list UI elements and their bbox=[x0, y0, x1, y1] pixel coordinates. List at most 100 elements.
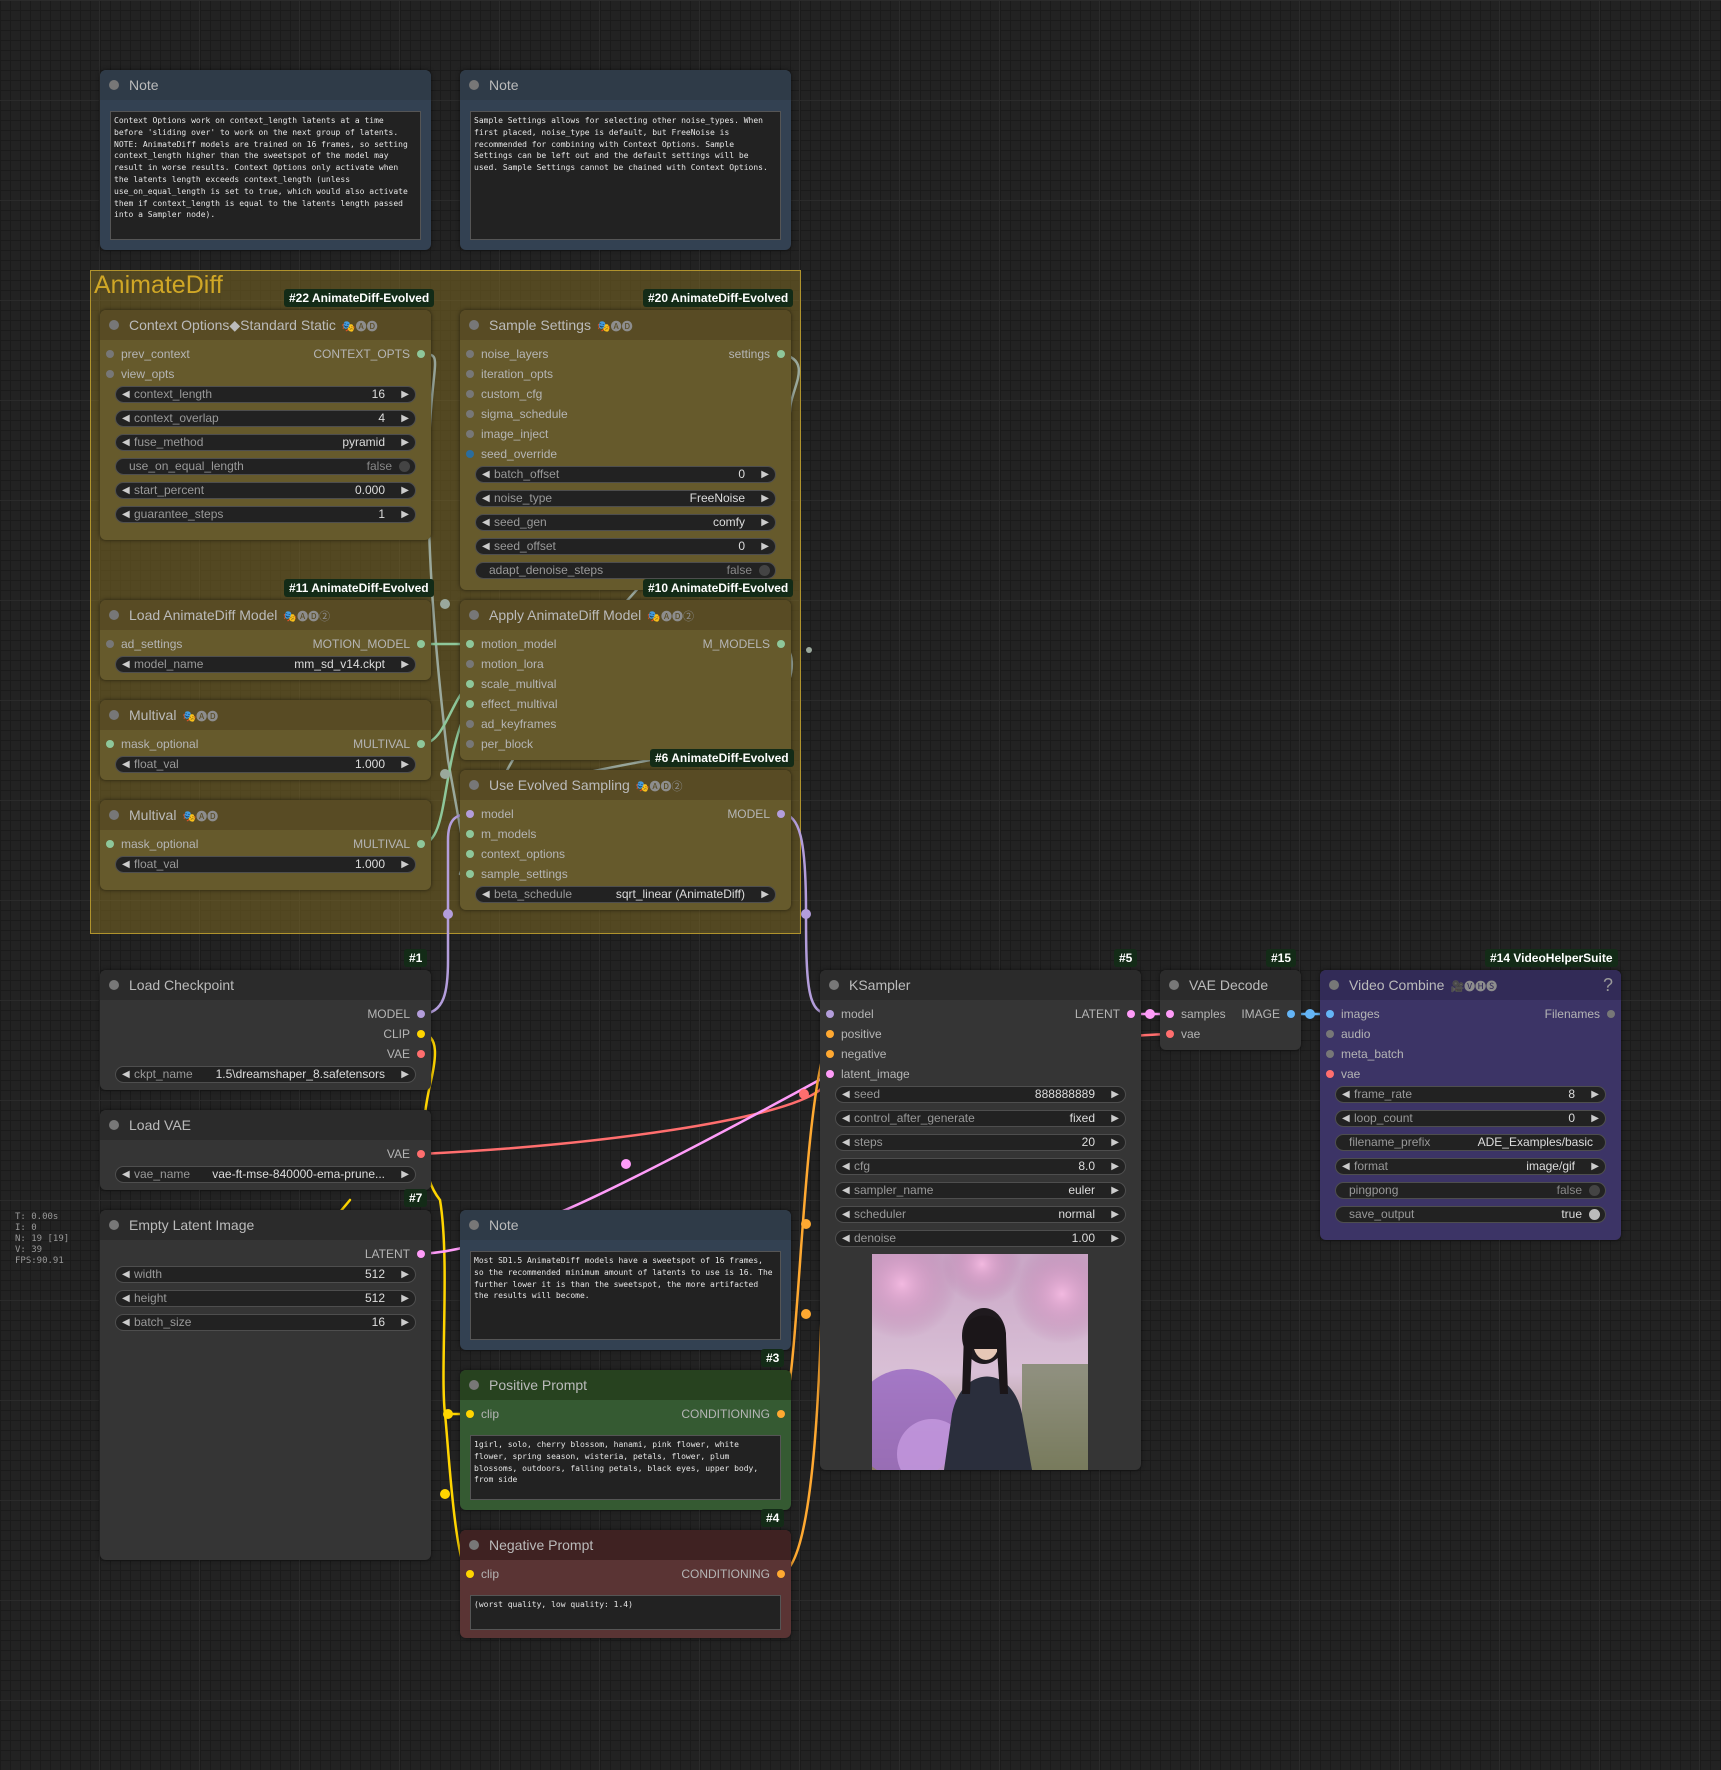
output-vae[interactable]: VAE bbox=[387, 1147, 425, 1161]
output-context-opts[interactable]: CONTEXT_OPTS bbox=[313, 347, 425, 361]
output-image[interactable]: IMAGE bbox=[1241, 1007, 1295, 1021]
node-header[interactable]: KSampler bbox=[820, 970, 1141, 1000]
input-clip[interactable]: clip bbox=[466, 1407, 499, 1421]
node-header[interactable]: Use Evolved Sampling 🎭🅐🅓② bbox=[460, 770, 791, 800]
output-conditioning[interactable]: CONDITIONING bbox=[681, 1407, 785, 1421]
negative-prompt-node[interactable]: Negative Prompt clip CONDITIONING (worst… bbox=[460, 1530, 791, 1638]
input-clip[interactable]: clip bbox=[466, 1567, 499, 1581]
widget-start-percent[interactable]: ◀ start_percent 0.000 ▶ bbox=[115, 482, 416, 499]
input-noise-layers[interactable]: noise_layers bbox=[466, 347, 548, 361]
note-sweetspot[interactable]: Note Most SD1.5 AnimateDiff models have … bbox=[460, 1210, 791, 1350]
widget-adapt-denoise-steps[interactable]: adapt_denoise_steps false bbox=[475, 562, 776, 579]
output-filenames[interactable]: Filenames bbox=[1545, 1007, 1615, 1021]
output-multival[interactable]: MULTIVAL bbox=[353, 737, 425, 751]
input-model[interactable]: model bbox=[466, 807, 514, 821]
node-header[interactable]: Video Combine 🎥🅥🅗🅢? bbox=[1320, 970, 1621, 1000]
widget-steps[interactable]: ◀ steps 20 ▶ bbox=[835, 1134, 1126, 1151]
input-ad-keyframes[interactable]: ad_keyframes bbox=[466, 717, 556, 731]
input-ad-settings[interactable]: ad_settings bbox=[106, 637, 182, 651]
input-samples[interactable]: samples bbox=[1166, 1007, 1226, 1021]
widget-seed[interactable]: ◀ seed 888888889 ▶ bbox=[835, 1086, 1126, 1103]
load-animatediff-model-node[interactable]: Load AnimateDiff Model 🎭🅐🅓② ad_settings M… bbox=[100, 600, 431, 680]
output-m-models[interactable]: M_MODELS bbox=[703, 637, 785, 651]
input-iteration-opts[interactable]: iteration_opts bbox=[466, 367, 553, 381]
output-clip[interactable]: CLIP bbox=[383, 1027, 425, 1041]
node-header[interactable]: Note bbox=[460, 70, 791, 100]
input-scale-multival[interactable]: scale_multival bbox=[466, 677, 556, 691]
input-m-models[interactable]: m_models bbox=[466, 827, 536, 841]
output-model[interactable]: MODEL bbox=[367, 1007, 425, 1021]
output-multival[interactable]: MULTIVAL bbox=[353, 837, 425, 851]
widget-frame-rate[interactable]: ◀ frame_rate 8 ▶ bbox=[1335, 1086, 1606, 1103]
node-header[interactable]: Context Options◆Standard Static 🎭🅐🅓 bbox=[100, 310, 431, 340]
node-header[interactable]: Multival 🎭🅐🅓 bbox=[100, 800, 431, 830]
node-header[interactable]: VAE Decode bbox=[1160, 970, 1301, 1000]
input-effect-multival[interactable]: effect_multival bbox=[466, 697, 557, 711]
output-settings[interactable]: settings bbox=[729, 347, 785, 361]
widget-vae-name[interactable]: ◀ vae_name vae-ft-mse-840000-ema-prune... ▶ bbox=[115, 1166, 416, 1183]
widget-batch-offset[interactable]: ◀ batch_offset 0 ▶ bbox=[475, 466, 776, 483]
node-header[interactable]: Sample Settings 🎭🅐🅓 bbox=[460, 310, 791, 340]
widget-seed-offset[interactable]: ◀ seed_offset 0 ▶ bbox=[475, 538, 776, 555]
positive-prompt-text[interactable]: 1girl, solo, cherry blossom, hanami, pin… bbox=[470, 1435, 781, 1500]
node-header[interactable]: Multival 🎭🅐🅓 bbox=[100, 700, 431, 730]
input-mask-optional[interactable]: mask_optional bbox=[106, 737, 198, 751]
input-latent-image[interactable]: latent_image bbox=[826, 1067, 910, 1081]
apply-animatediff-model-node[interactable]: Apply AnimateDiff Model 🎭🅐🅓② motion_model… bbox=[460, 600, 791, 760]
widget-seed-gen[interactable]: ◀ seed_gen comfy ▶ bbox=[475, 514, 776, 531]
output-vae[interactable]: VAE bbox=[387, 1047, 425, 1061]
positive-prompt-node[interactable]: Positive Prompt clip CONDITIONING 1girl,… bbox=[460, 1370, 791, 1510]
input-context-options[interactable]: context_options bbox=[466, 847, 565, 861]
input-positive[interactable]: positive bbox=[826, 1027, 882, 1041]
widget-ckpt-name[interactable]: ◀ ckpt_name 1.5\dreamshaper_8.safetensors ▶ bbox=[115, 1066, 416, 1083]
output-latent[interactable]: LATENT bbox=[1075, 1007, 1135, 1021]
input-negative[interactable]: negative bbox=[826, 1047, 886, 1061]
negative-prompt-text[interactable]: (worst quality, low quality: 1.4) bbox=[470, 1595, 781, 1630]
widget-loop-count[interactable]: ◀ loop_count 0 ▶ bbox=[1335, 1110, 1606, 1127]
widget-height[interactable]: ◀ height 512 ▶ bbox=[115, 1290, 416, 1307]
node-header[interactable]: Note bbox=[100, 70, 431, 100]
widget-save-output[interactable]: save_output true bbox=[1335, 1206, 1606, 1223]
node-header[interactable]: Load Checkpoint bbox=[100, 970, 431, 1000]
input-audio[interactable]: audio bbox=[1326, 1027, 1370, 1041]
input-view-opts[interactable]: view_opts bbox=[106, 367, 174, 381]
node-header[interactable]: Load VAE bbox=[100, 1110, 431, 1140]
node-header[interactable]: Note bbox=[460, 1210, 791, 1240]
input-meta-batch[interactable]: meta_batch bbox=[1326, 1047, 1404, 1061]
input-per-block[interactable]: per_block bbox=[466, 737, 533, 751]
widget-guarantee-steps[interactable]: ◀ guarantee_steps 1 ▶ bbox=[115, 506, 416, 523]
input-images[interactable]: images bbox=[1326, 1007, 1380, 1021]
empty-latent-image-node[interactable]: Empty Latent Image LATENT ◀ width 512 ▶ ◀ he… bbox=[100, 1210, 431, 1560]
widget-format[interactable]: ◀ format image/gif ▶ bbox=[1335, 1158, 1606, 1175]
multival-node-2[interactable]: Multival 🎭🅐🅓 mask_optional MULTIVAL ◀ floa… bbox=[100, 800, 431, 890]
output-latent[interactable]: LATENT bbox=[365, 1247, 425, 1261]
input-motion-lora[interactable]: motion_lora bbox=[466, 657, 544, 671]
input-sigma-schedule[interactable]: sigma_schedule bbox=[466, 407, 568, 421]
widget-batch-size[interactable]: ◀ batch_size 16 ▶ bbox=[115, 1314, 416, 1331]
input-image-inject[interactable]: image_inject bbox=[466, 427, 548, 441]
input-sample-settings[interactable]: sample_settings bbox=[466, 867, 568, 881]
help-icon[interactable]: ? bbox=[1603, 970, 1613, 1000]
widget-noise-type[interactable]: ◀ noise_type FreeNoise ▶ bbox=[475, 490, 776, 507]
widget-float-val[interactable]: ◀ float_val 1.000 ▶ bbox=[115, 856, 416, 873]
node-header[interactable]: Positive Prompt bbox=[460, 1370, 791, 1400]
vae-decode-node[interactable]: VAE Decode samples vae IMAGE bbox=[1160, 970, 1301, 1050]
widget-denoise[interactable]: ◀ denoise 1.00 ▶ bbox=[835, 1230, 1126, 1247]
context-options-node[interactable]: Context Options◆Standard Static 🎭🅐🅓 prev_… bbox=[100, 310, 431, 540]
output-model[interactable]: MODEL bbox=[727, 807, 785, 821]
output-conditioning[interactable]: CONDITIONING bbox=[681, 1567, 785, 1581]
node-header[interactable]: Empty Latent Image bbox=[100, 1210, 431, 1240]
widget-use-on-equal-length[interactable]: use_on_equal_length false bbox=[115, 458, 416, 475]
input-model[interactable]: model bbox=[826, 1007, 874, 1021]
widget-pingpong[interactable]: pingpong false bbox=[1335, 1182, 1606, 1199]
note-context-options[interactable]: Note Context Options work on context_len… bbox=[100, 70, 431, 250]
widget-context-overlap[interactable]: ◀ context_overlap 4 ▶ bbox=[115, 410, 416, 427]
widget-filename-prefix[interactable]: filename_prefix ADE_Examples/basic bbox=[1335, 1134, 1606, 1151]
node-header[interactable]: Apply AnimateDiff Model 🎭🅐🅓② bbox=[460, 600, 791, 630]
input-custom-cfg[interactable]: custom_cfg bbox=[466, 387, 542, 401]
note-sample-settings[interactable]: Note Sample Settings allows for selectin… bbox=[460, 70, 791, 250]
widget-sampler-name[interactable]: ◀ sampler_name euler ▶ bbox=[835, 1182, 1126, 1199]
use-evolved-sampling-node[interactable]: Use Evolved Sampling 🎭🅐🅓② model m_models … bbox=[460, 770, 791, 910]
widget-context-length[interactable]: ◀ context_length 16 ▶ bbox=[115, 386, 416, 403]
multival-node-1[interactable]: Multival 🎭🅐🅓 mask_optional MULTIVAL ◀ floa… bbox=[100, 700, 431, 780]
